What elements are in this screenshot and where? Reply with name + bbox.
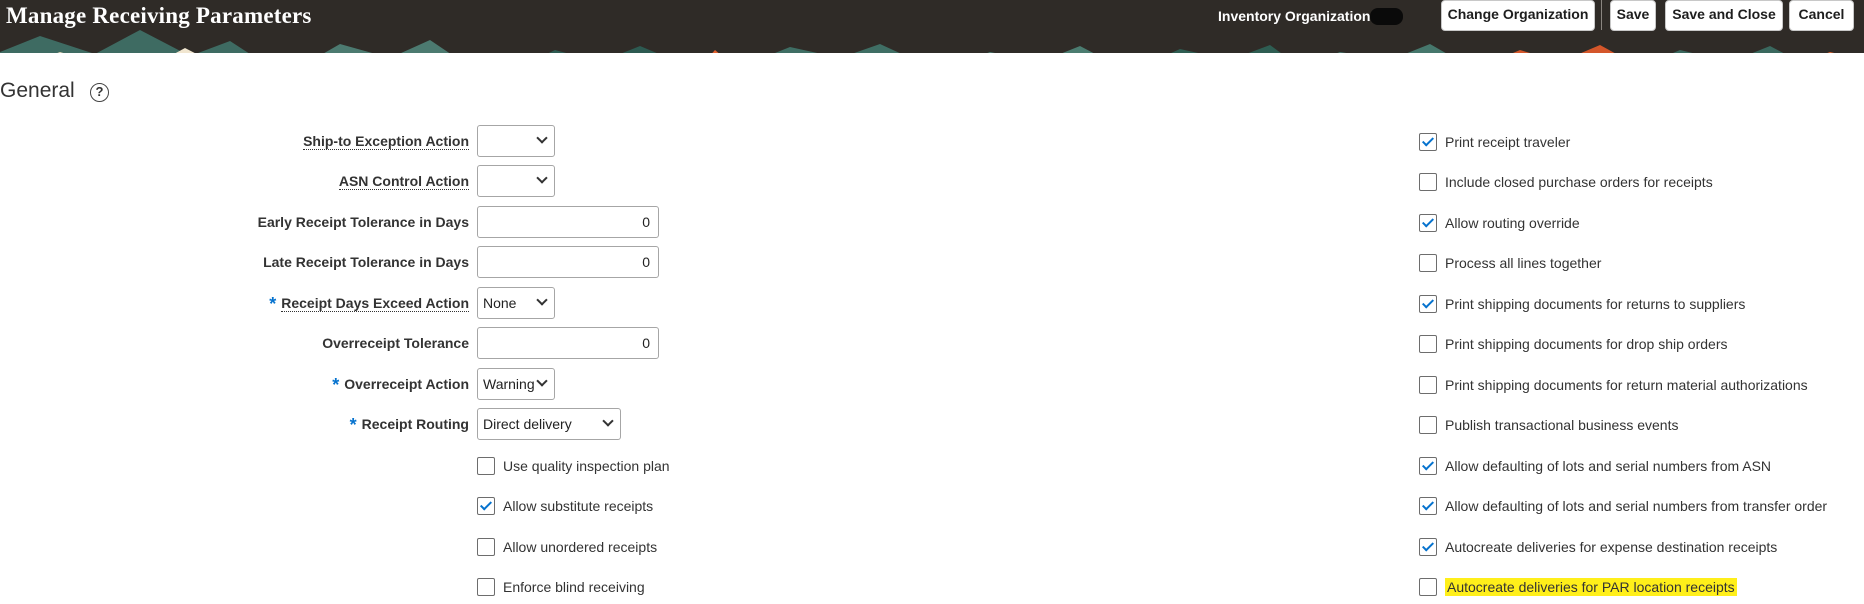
checkbox-box[interactable] xyxy=(1419,416,1437,434)
checkbox-box[interactable] xyxy=(1419,376,1437,394)
help-icon[interactable]: ? xyxy=(90,83,109,102)
chevron-down-icon xyxy=(536,172,548,184)
overreceipt-action-select[interactable]: Warning xyxy=(477,368,555,400)
checkbox-box[interactable] xyxy=(477,457,495,475)
page-title: Manage Receiving Parameters xyxy=(6,3,312,28)
checkmark-icon xyxy=(1421,539,1435,552)
required-indicator: * xyxy=(332,375,340,395)
section-title: General xyxy=(0,79,75,102)
checkbox-box[interactable] xyxy=(1419,497,1437,515)
cancel-button[interactable]: Cancel xyxy=(1789,0,1854,31)
checkbox-box[interactable] xyxy=(1419,214,1437,232)
checkbox-box[interactable] xyxy=(1419,295,1437,313)
early-receipt-tolerance-label: Early Receipt Tolerance in Days xyxy=(257,214,469,230)
checkmark-icon xyxy=(1421,296,1435,309)
save-and-close-button[interactable]: Save and Close xyxy=(1665,0,1783,31)
early-receipt-tolerance-input[interactable]: 0 xyxy=(477,206,659,238)
late-receipt-tolerance-input[interactable]: 0 xyxy=(477,246,659,278)
checkmark-icon xyxy=(479,498,493,511)
chevron-down-icon xyxy=(536,132,548,144)
checkbox-box[interactable] xyxy=(477,538,495,556)
chevron-down-icon xyxy=(536,294,548,306)
save-button[interactable]: Save xyxy=(1610,0,1656,31)
checkmark-icon xyxy=(1421,215,1435,228)
change-organization-button[interactable]: Change Organization xyxy=(1441,0,1595,31)
checkbox-box[interactable] xyxy=(1419,578,1437,596)
checkbox-box[interactable] xyxy=(1419,254,1437,272)
inventory-organization-label: Inventory Organization xyxy=(1218,8,1371,24)
checkmark-icon xyxy=(1421,134,1435,147)
ship-to-exception-action-select[interactable] xyxy=(477,125,555,157)
checkbox-box[interactable] xyxy=(1419,457,1437,475)
checkbox-box[interactable] xyxy=(477,578,495,596)
page-header: Manage Receiving Parameters Inventory Or… xyxy=(0,0,1864,53)
checkmark-icon xyxy=(1421,498,1435,511)
late-receipt-tolerance-label: Late Receipt Tolerance in Days xyxy=(263,254,469,270)
overreceipt-tolerance-label: Overreceipt Tolerance xyxy=(322,335,469,351)
toolbar-separator xyxy=(1601,0,1602,30)
required-indicator: * xyxy=(269,294,277,314)
overreceipt-action-label: * Overreceipt Action xyxy=(332,375,469,395)
checkbox-box[interactable] xyxy=(477,497,495,515)
receipt-routing-label: * Receipt Routing xyxy=(349,415,469,435)
asn-control-action-label: ASN Control Action xyxy=(338,173,469,190)
checkmark-icon xyxy=(1421,458,1435,471)
overreceipt-tolerance-input[interactable]: 0 xyxy=(477,327,659,359)
checkbox-box[interactable] xyxy=(1419,538,1437,556)
asn-control-action-select[interactable] xyxy=(477,165,555,197)
receipt-days-exceed-action-label: * Receipt Days Exceed Action xyxy=(269,294,469,314)
chevron-down-icon xyxy=(602,415,614,427)
ship-to-exception-action-label: Ship-to Exception Action xyxy=(303,133,469,150)
checkbox-box[interactable] xyxy=(1419,335,1437,353)
chevron-down-icon xyxy=(536,375,548,387)
receipt-routing-select[interactable]: Direct delivery xyxy=(477,408,621,440)
receipt-days-exceed-action-select[interactable]: None xyxy=(477,287,555,319)
required-indicator: * xyxy=(349,415,357,435)
checkbox-box[interactable] xyxy=(1419,133,1437,151)
redaction-mark xyxy=(1370,8,1403,25)
checkbox-box[interactable] xyxy=(1419,173,1437,191)
